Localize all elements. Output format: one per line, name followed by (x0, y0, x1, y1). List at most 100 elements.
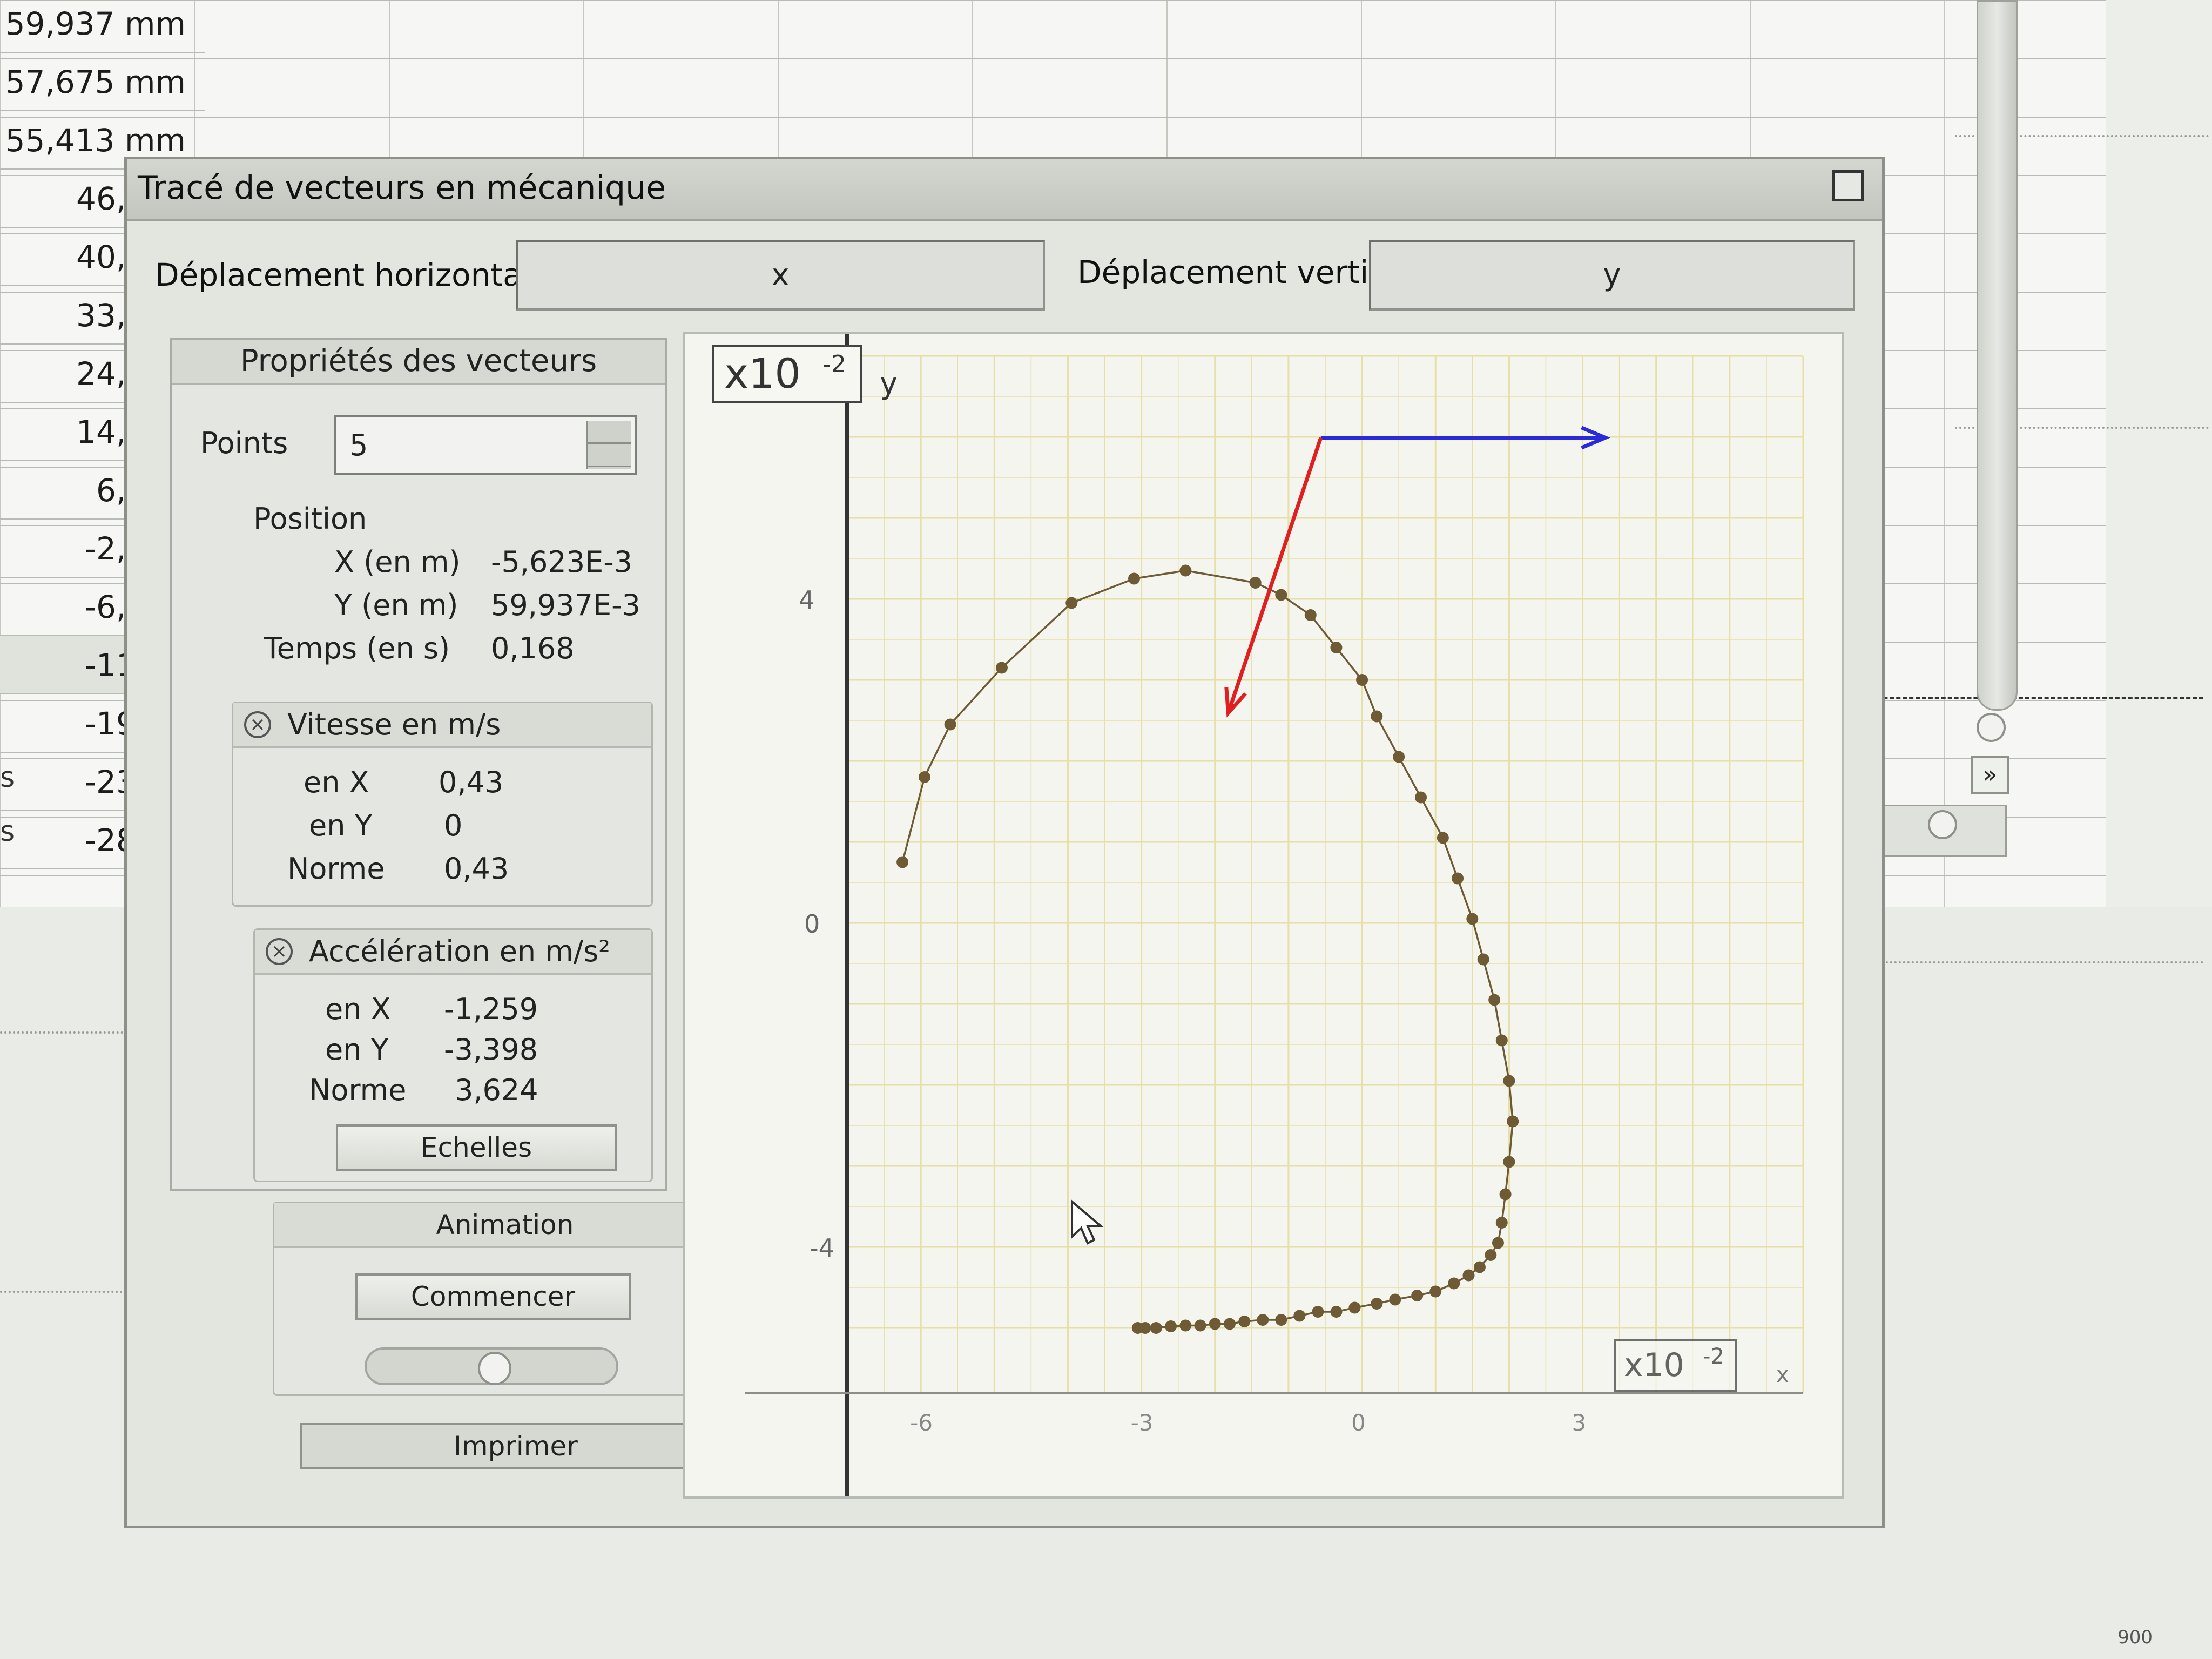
stepper-down-icon[interactable] (588, 444, 631, 467)
trajectory-point (1448, 1277, 1460, 1290)
y-scale-label: x10 -2 (712, 345, 862, 403)
acceleration-norm-value: 3,624 (455, 1073, 538, 1107)
start-button[interactable]: Commencer (355, 1273, 631, 1320)
y-tick-label: 0 (804, 909, 820, 939)
mouse-cursor-icon (1071, 1199, 1104, 1245)
velocity-group: × Vitesse en m/s en X 0,43 en Y 0 Norme … (232, 702, 653, 907)
x-scale-exponent: -2 (1703, 1344, 1724, 1369)
trajectory-point (1330, 1306, 1343, 1318)
x-scale-label: x10 -2 (1614, 1339, 1737, 1392)
velocity-x-value: 0,43 (439, 765, 504, 799)
spreadsheet-unit-label: s (0, 761, 15, 794)
trajectory-point (1209, 1318, 1221, 1330)
acceleration-toggle-icon[interactable]: × (266, 938, 293, 965)
velocity-header[interactable]: × Vitesse en m/s (233, 703, 651, 748)
animation-title: Animation (274, 1203, 736, 1248)
acceleration-group: × Accélération en m/s² en X -1,259 en Y … (253, 928, 653, 1182)
page-number: 900 (2117, 1627, 2153, 1648)
horizontal-label: Déplacement horizontal (155, 257, 531, 293)
trajectory-point (1495, 1034, 1508, 1047)
trajectory-point (1437, 832, 1449, 844)
trajectory-point (1293, 1310, 1306, 1322)
trajectory-point (1429, 1285, 1442, 1298)
trajectory-point (1249, 577, 1262, 589)
trajectory-point (1499, 1188, 1512, 1201)
position-label: Position (253, 502, 367, 536)
scales-button[interactable]: Echelles (336, 1124, 617, 1171)
trajectory-point (1275, 589, 1287, 601)
vector-plot[interactable]: y x 4 0 -4 -6 -3 0 3 x10 -2 x10 -2 (683, 332, 1844, 1499)
trajectory-point (1411, 1290, 1424, 1301)
window-titlebar[interactable]: Tracé de vecteurs en mécanique (127, 159, 1882, 221)
trajectory-point (1371, 1298, 1383, 1310)
trajectory-point (1330, 642, 1343, 653)
print-button[interactable]: Imprimer (300, 1423, 732, 1469)
points-value: 5 (349, 428, 368, 462)
y-tick-label: 4 (799, 585, 814, 615)
trajectory-point (1473, 1261, 1486, 1273)
time-value: 0,168 (491, 631, 575, 665)
y-scale-exponent: -2 (822, 350, 846, 378)
trajectory-point (1477, 953, 1489, 966)
velocity-y-label: en Y (309, 808, 373, 842)
x-tick-label: 3 (1572, 1410, 1587, 1436)
x-axis-label: x (1776, 1363, 1789, 1387)
x-position-label: X (en m) (334, 545, 461, 579)
trajectory-point (1393, 751, 1405, 763)
trajectory-point (1452, 872, 1464, 885)
velocity-y-value: 0 (444, 808, 463, 842)
stepper-up-icon[interactable] (588, 421, 631, 444)
stepper-buttons[interactable] (586, 421, 631, 469)
trajectory-point (1503, 1075, 1515, 1087)
horizontal-scroll-knob[interactable] (1928, 810, 1957, 839)
y-position-label: Y (en m) (334, 588, 458, 622)
scroll-down-icon[interactable]: » (1971, 756, 2009, 794)
vertical-label: Déplacement vertical (1077, 254, 1414, 291)
maximize-icon[interactable] (1832, 170, 1864, 201)
trajectory-point (1179, 564, 1192, 577)
trajectory-point (1128, 572, 1140, 585)
acceleration-x-label: en X (325, 992, 391, 1026)
horizontal-field[interactable]: x (516, 240, 1045, 311)
velocity-norm-label: Norme (287, 852, 385, 886)
trajectory-point (1257, 1314, 1269, 1326)
scroll-knob[interactable] (1977, 713, 2006, 742)
trajectory-point (1466, 913, 1479, 925)
trajectory-point (1492, 1237, 1504, 1249)
trajectory-point (1488, 994, 1501, 1006)
velocity-norm-value: 0,43 (444, 852, 509, 886)
velocity-toggle-icon[interactable]: × (244, 711, 271, 738)
points-stepper[interactable]: 5 (334, 415, 637, 475)
trajectory-point (1507, 1115, 1519, 1128)
trajectory-point (1389, 1293, 1401, 1306)
trajectory-point (1312, 1306, 1324, 1318)
x-tick-label: -3 (1131, 1410, 1154, 1436)
animation-slider-thumb[interactable] (478, 1352, 511, 1385)
trajectory-point (1348, 1301, 1361, 1314)
plot-canvas[interactable]: y x 4 0 -4 -6 -3 0 3 (685, 334, 1842, 1496)
trajectory-point (918, 771, 930, 783)
acceleration-header[interactable]: × Accélération en m/s² (255, 930, 651, 975)
trajectory-point (1462, 1269, 1475, 1282)
vertical-field[interactable]: y (1369, 240, 1855, 311)
window-title: Tracé de vecteurs en mécanique (138, 169, 666, 207)
trajectory-point (1485, 1249, 1497, 1261)
trajectory-point (896, 856, 909, 868)
trajectory-point (944, 718, 956, 731)
points-label: Points (200, 426, 288, 460)
trajectory-point (1371, 710, 1383, 723)
vector-properties-panel: Propriétés des vecteurs Points 5 Positio… (170, 338, 667, 1191)
time-label: Temps (en s) (264, 631, 450, 665)
trajectory-point (1194, 1319, 1206, 1332)
trajectory-point (1356, 674, 1368, 686)
y-scale-base: x10 (724, 349, 801, 397)
spreadsheet-cell[interactable]: 59,937 mm (0, 0, 205, 53)
panel-title: Propriétés des vecteurs (172, 340, 665, 385)
spreadsheet-unit-label: s (0, 815, 15, 848)
trajectory-point (1150, 1322, 1162, 1334)
y-position-value: 59,937E-3 (491, 588, 640, 622)
spreadsheet-cell[interactable]: 57,675 mm (0, 53, 205, 111)
acceleration-y-value: -3,398 (444, 1033, 538, 1067)
vertical-scrollbar[interactable] (1977, 0, 2018, 711)
x-tick-label: 0 (1351, 1410, 1366, 1436)
